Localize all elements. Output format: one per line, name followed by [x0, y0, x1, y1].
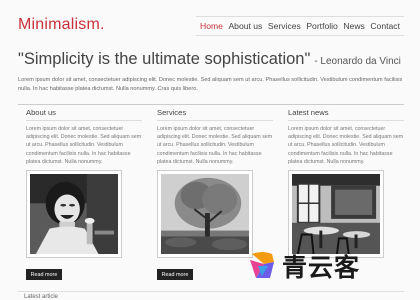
column-services: Services Lorem ipsum dolor sit amet, con…: [157, 108, 273, 166]
footer-divider: [18, 291, 404, 292]
services-photo: [157, 170, 253, 258]
services-read-more-button[interactable]: Read more: [157, 269, 193, 280]
news-photo: [288, 170, 384, 258]
hero-quote: "Simplicity is the ultimate sophisticati…: [18, 50, 401, 69]
column-text: Lorem ipsum dolor sit amet, consectetuer…: [288, 126, 404, 165]
column-title: Services: [157, 108, 273, 121]
about-read-more-button[interactable]: Read more: [26, 269, 62, 280]
latest-article-heading: Latest article: [24, 294, 59, 300]
column-title: About us: [26, 108, 142, 121]
nav-news[interactable]: News: [343, 21, 365, 31]
column-title: Latest news: [288, 108, 404, 121]
hero-intro: Lorem ipsum dolor sit amet, consectetuer…: [18, 77, 403, 92]
watermark-text: 青云客: [282, 253, 361, 282]
column-text: Lorem ipsum dolor sit amet, consectetuer…: [157, 126, 273, 165]
column-about: About us Lorem ipsum dolor sit amet, con…: [26, 108, 142, 166]
about-photo: [26, 170, 122, 258]
watermark: 青云客: [246, 248, 360, 284]
nav-about[interactable]: About us: [228, 21, 262, 31]
quote-text: "Simplicity is the ultimate sophisticati…: [18, 50, 311, 68]
site-logo[interactable]: Minimalism.: [18, 16, 105, 34]
column-news: Latest news Lorem ipsum dolor sit amet, …: [288, 108, 404, 166]
nav-contact[interactable]: Contact: [370, 21, 400, 31]
nav-services[interactable]: Services: [268, 21, 301, 31]
divider: [18, 104, 404, 105]
nav-home[interactable]: Home: [200, 21, 223, 31]
main-nav: Home About us Services Portfolio News Co…: [196, 16, 404, 36]
watermark-logo-icon: [250, 252, 274, 278]
column-text: Lorem ipsum dolor sit amet, consectetuer…: [26, 126, 142, 165]
quote-author: - Leonardo da Vinci: [314, 56, 401, 67]
nav-portfolio[interactable]: Portfolio: [306, 21, 338, 31]
